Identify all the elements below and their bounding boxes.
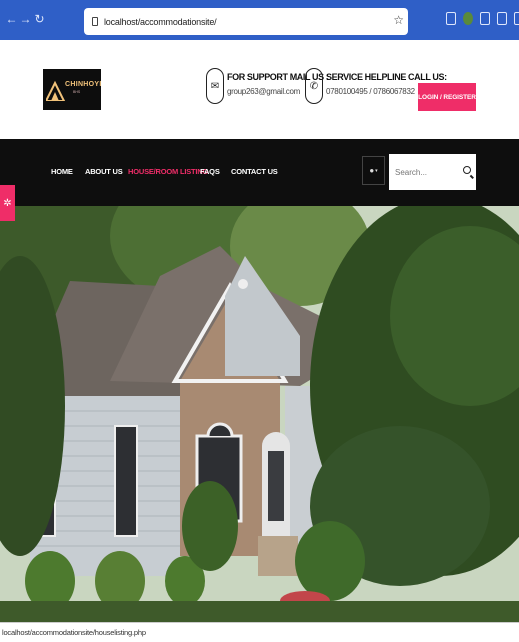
main-nav: HOME ABOUT US HOUSE/ROOM LISTING FAQS CO… [0, 139, 519, 206]
house-illustration [0, 206, 519, 622]
chevron-down-icon: ▾ [375, 167, 378, 174]
page-icon [92, 17, 98, 26]
search-box [389, 154, 476, 190]
puzzle-icon[interactable] [480, 12, 490, 25]
account-icon[interactable] [514, 12, 519, 25]
login-register-button[interactable]: LOGIN / REGISTER [418, 83, 476, 111]
envelope-icon: ✉ [206, 68, 224, 104]
language-dropdown[interactable]: ● ▾ [362, 156, 385, 185]
nav-home[interactable]: HOME [51, 167, 73, 176]
search-icon[interactable] [463, 166, 471, 174]
reload-icon[interactable]: ↻ [32, 12, 47, 26]
browser-toolbar: ← → ↻ localhost/accommodationsite/ ☆ [0, 0, 519, 40]
bookmark-star-icon[interactable]: ☆ [393, 13, 404, 27]
nav-about-us[interactable]: ABOUT US [85, 167, 123, 176]
search-input[interactable] [395, 167, 460, 177]
site-logo[interactable]: CHINHOYI BHS [43, 69, 101, 110]
hero-house-image [0, 206, 519, 622]
logo-text: CHINHOYI [65, 81, 102, 88]
phone-icon: ✆ [305, 68, 323, 104]
back-icon[interactable]: ← [4, 12, 19, 26]
shield-icon[interactable] [446, 12, 456, 25]
extension-icon[interactable] [463, 12, 473, 25]
share-icon[interactable] [497, 12, 507, 25]
nav-house-room-listing[interactable]: HOUSE/ROOM LISTING [128, 167, 208, 176]
helpline-title: SERVICE HELPLINE CALL US: [326, 72, 447, 82]
house-logo-icon [46, 80, 66, 101]
forward-icon[interactable]: → [18, 12, 33, 26]
globe-icon: ● [369, 166, 375, 175]
logo-subtext: BHS [73, 90, 81, 94]
url-text[interactable]: localhost/accommodationsite/ [104, 17, 217, 27]
site-header: CHINHOYI BHS ✉ FOR SUPPORT MAIL US : gro… [0, 40, 519, 139]
browser-extension-icons [446, 12, 519, 25]
status-link-url: localhost/accommodationsite/houselisting… [2, 628, 146, 637]
settings-gear-icon[interactable]: ✲ [0, 185, 15, 221]
address-bar[interactable]: localhost/accommodationsite/ ☆ [84, 8, 408, 35]
nav-faqs[interactable]: FAQS [200, 167, 220, 176]
nav-contact-us[interactable]: CONTACT US [231, 167, 278, 176]
browser-status-bar: localhost/accommodationsite/houselisting… [0, 622, 519, 642]
